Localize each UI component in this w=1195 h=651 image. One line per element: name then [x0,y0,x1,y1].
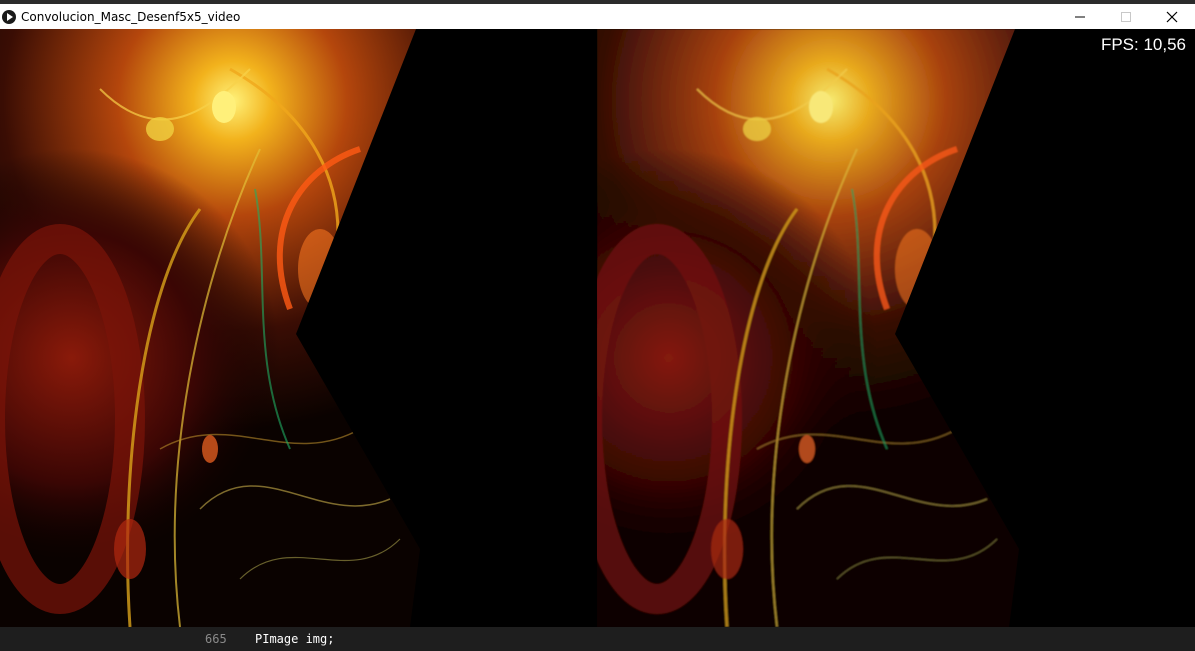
original-video-frame [0,29,596,627]
window-controls [1057,4,1195,29]
close-icon [1166,11,1178,22]
video-frame-image [597,29,1019,627]
code-editor-strip: 665 PImage img; [0,627,1195,651]
code-line[interactable]: PImage img; [255,632,334,646]
blurred-video-frame: FPS: 10,56 [597,29,1195,627]
title-bar[interactable]: Convolucion_Masc_Desenf5x5_video [0,4,1195,29]
window-title: Convolucion_Masc_Desenf5x5_video [21,9,241,24]
close-button[interactable] [1149,4,1195,29]
maximize-icon [1121,11,1131,22]
editor-gutter [0,627,188,651]
sketch-canvas[interactable]: FPS: 10,56 [0,29,1195,627]
sketch-window: Convolucion_Masc_Desenf5x5_video FPS: 10… [0,4,1195,627]
maximize-button[interactable] [1103,4,1149,29]
fps-counter: FPS: 10,56 [1100,35,1186,54]
processing-app-icon [2,9,16,24]
minimize-button[interactable] [1057,4,1103,29]
line-number: 665 [205,632,227,646]
video-frame-image [0,29,420,627]
minimize-icon [1075,16,1085,17]
